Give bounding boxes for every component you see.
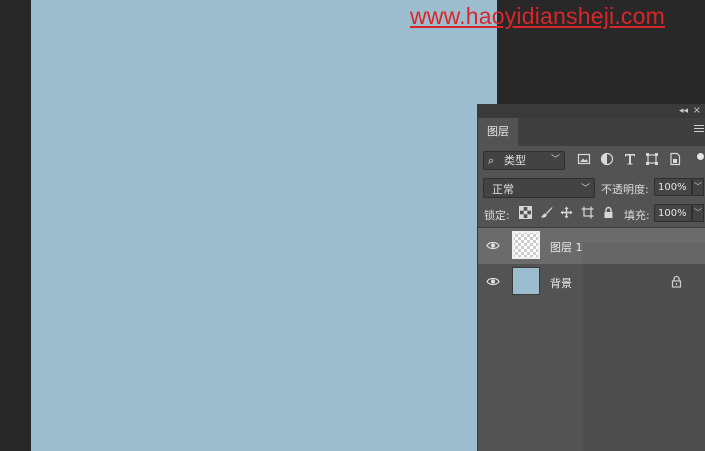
layer-filter-row: ⌕ 类型 ﹀ <box>478 150 705 174</box>
panel-tabbar: 图层 <box>478 118 705 146</box>
filter-toggle-dot[interactable] <box>697 153 704 160</box>
lock-label: 锁定: <box>484 209 510 222</box>
document-canvas[interactable] <box>31 0 497 451</box>
collapse-panel-icon[interactable]: ◂◂ <box>679 104 688 118</box>
search-icon: ⌕ <box>488 154 495 167</box>
empty-layers-area <box>583 243 705 451</box>
panel-menu-icon[interactable] <box>694 125 704 134</box>
blend-mode-select[interactable]: 正常 ﹀ <box>483 178 595 198</box>
lock-position-icon[interactable] <box>560 206 573 219</box>
panel-title-strip: ◂◂ × <box>478 104 705 118</box>
lock-all-icon[interactable] <box>602 206 615 219</box>
chevron-down-icon: ﹀ <box>580 184 590 194</box>
layer-thumbnail-background <box>512 267 540 295</box>
type-filter-icon[interactable] <box>623 152 637 166</box>
opacity-dropdown-icon[interactable]: ﹀ <box>692 178 704 196</box>
blend-mode-value: 正常 <box>492 183 514 196</box>
adjustment-filter-icon[interactable] <box>600 152 614 166</box>
chevron-down-icon: ﹀ <box>550 155 560 165</box>
layer-thumbnail-transparent <box>512 231 540 259</box>
lock-transparent-icon[interactable] <box>519 206 532 219</box>
fill-field[interactable]: 100% <box>654 204 692 222</box>
lock-image-icon[interactable] <box>540 206 553 219</box>
image-filter-icon[interactable] <box>577 152 591 166</box>
fill-label: 填充: <box>624 209 650 222</box>
lock-row: 锁定: 填充: 100% ﹀ <box>478 202 705 226</box>
tab-layers[interactable]: 图层 <box>478 118 518 146</box>
layers-panel: ◂◂ × 图层 ⌕ 类型 ﹀ 正常 ﹀ 不透明度: 100% ﹀ 锁定: 填充:… <box>477 104 705 451</box>
filter-kind-label: 类型 <box>504 154 526 167</box>
workspace-left-strip <box>0 0 31 451</box>
layer-name: 背景 <box>550 277 572 290</box>
smart-object-filter-icon[interactable] <box>668 152 682 166</box>
watermark-url: www.haoyidiansheji.com <box>410 3 665 29</box>
visibility-eye-icon[interactable] <box>486 276 500 287</box>
layer-name: 图层 1 <box>550 241 583 254</box>
lock-artboard-icon[interactable] <box>581 206 594 219</box>
fill-dropdown-icon[interactable]: ﹀ <box>692 204 704 222</box>
visibility-eye-icon[interactable] <box>486 240 500 251</box>
blend-row: 正常 ﹀ 不透明度: 100% ﹀ <box>478 176 705 200</box>
shape-filter-icon[interactable] <box>645 152 659 166</box>
opacity-label: 不透明度: <box>601 183 649 196</box>
filter-kind-select[interactable]: ⌕ 类型 ﹀ <box>483 151 565 170</box>
opacity-field[interactable]: 100% <box>654 178 692 196</box>
close-panel-icon[interactable]: × <box>693 104 701 118</box>
